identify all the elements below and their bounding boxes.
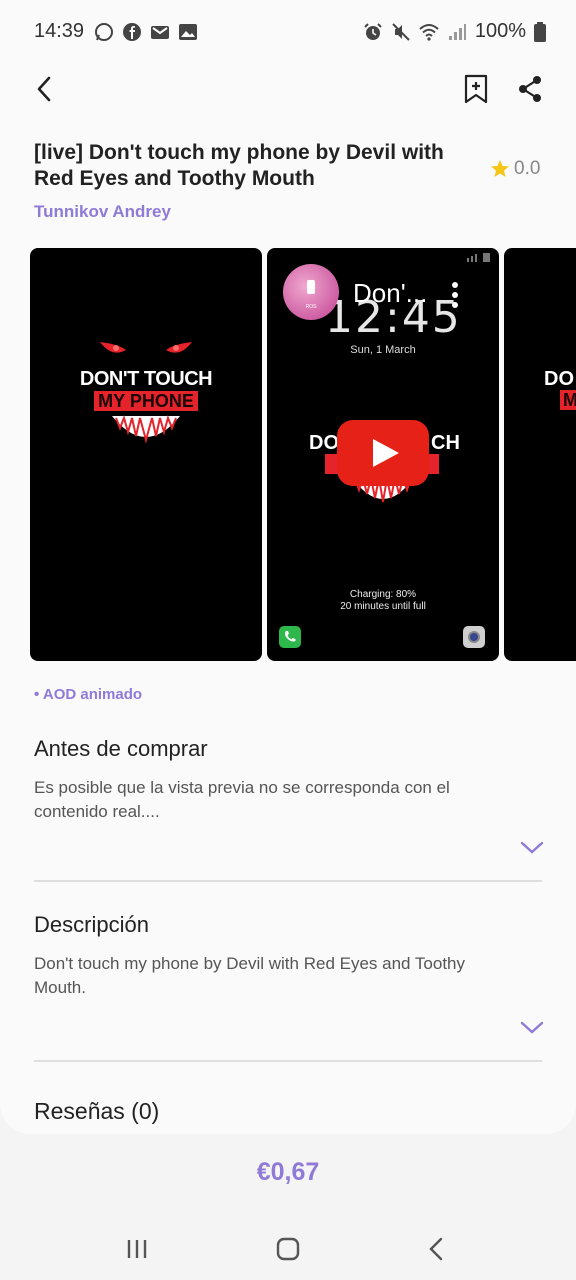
- nav-back-icon[interactable]: [426, 1236, 446, 1262]
- chevron-down-icon[interactable]: [520, 841, 544, 855]
- gallery-icon: [179, 24, 197, 40]
- mini-status-icons: [467, 253, 490, 262]
- partial-subheadline: M: [560, 390, 576, 410]
- bookmark-add-icon[interactable]: [462, 74, 490, 104]
- preview-image-3[interactable]: DO M: [504, 248, 576, 661]
- home-icon[interactable]: [275, 1236, 301, 1262]
- partial-headline: DO: [544, 368, 574, 390]
- system-nav-bar: [0, 1220, 576, 1280]
- before-buy-title: Antes de comprar: [34, 736, 208, 761]
- signal-icon: [448, 23, 466, 40]
- mute-icon: [392, 22, 410, 41]
- product-detail-sheet: [live] Don't touch my phone by Devil wit…: [0, 64, 576, 1134]
- rating: 0.0: [490, 158, 540, 180]
- chevron-down-icon[interactable]: [520, 1021, 544, 1035]
- description-title: Descripción: [34, 912, 149, 937]
- star-icon: [491, 160, 509, 177]
- reviews-title: Reseñas (0): [34, 1098, 160, 1124]
- preview-subheadline: MY PHONE: [94, 391, 198, 411]
- notification-icons: [94, 22, 198, 42]
- recent-apps-icon[interactable]: [124, 1236, 150, 1262]
- partial-headline-right: CH: [431, 432, 460, 454]
- status-time: 14:39: [34, 20, 85, 42]
- wifi-icon: [419, 23, 439, 41]
- gmail-icon: [151, 26, 169, 39]
- system-status: 100%: [363, 20, 546, 43]
- camera-shortcut-icon: [463, 626, 485, 648]
- charging-text: Charging: 80%: [349, 589, 417, 600]
- battery-icon: [534, 21, 546, 42]
- buy-price-button[interactable]: €0,67: [0, 1158, 576, 1187]
- divider: [34, 880, 542, 882]
- divider: [34, 1060, 542, 1062]
- rating-value: 0.0: [514, 158, 541, 179]
- partial-headline-left: DO: [309, 432, 339, 454]
- share-icon[interactable]: [516, 74, 544, 104]
- video-title: Don'...: [353, 278, 428, 308]
- preview-gallery[interactable]: DON'T TOUCH MY PHONE 12:45 Sun, 1 March …: [30, 248, 576, 661]
- battery-percent: 100%: [474, 20, 526, 42]
- until-full-text: 20 minutes until full: [340, 601, 426, 612]
- author-link[interactable]: Tunnikov Andrey: [34, 202, 171, 222]
- phone-shortcut-icon: [279, 626, 301, 648]
- product-title: [live] Don't touch my phone by Devil wit…: [34, 141, 444, 190]
- channel-badge: ROS: [305, 304, 317, 310]
- aod-tag: • AOD animado: [34, 686, 143, 703]
- preview-headline: DON'T TOUCH: [79, 368, 213, 390]
- before-buy-text: Es posible que la vista previa no se cor…: [34, 778, 450, 821]
- alarm-icon: [364, 22, 382, 40]
- preview-image-1[interactable]: DON'T TOUCH MY PHONE: [30, 248, 262, 661]
- app-toolbar: [0, 64, 576, 120]
- more-options-icon[interactable]: [451, 282, 459, 308]
- status-bar: 14:39 100%: [0, 0, 576, 64]
- channel-avatar: ROS: [283, 264, 339, 320]
- devil-eyes-icon: [100, 342, 192, 353]
- whatsapp-icon: [95, 23, 113, 41]
- date-text: Sun, 1 March: [350, 344, 416, 356]
- preview-video-2[interactable]: 12:45 Sun, 1 March ROS Don'... DO CH Cha…: [267, 248, 499, 661]
- facebook-icon: [123, 23, 141, 41]
- back-arrow-icon[interactable]: [30, 74, 60, 104]
- devil-teeth-icon: [112, 414, 180, 444]
- description-text: Don't touch my phone by Devil with Red E…: [34, 954, 466, 997]
- youtube-play-icon[interactable]: [337, 420, 429, 486]
